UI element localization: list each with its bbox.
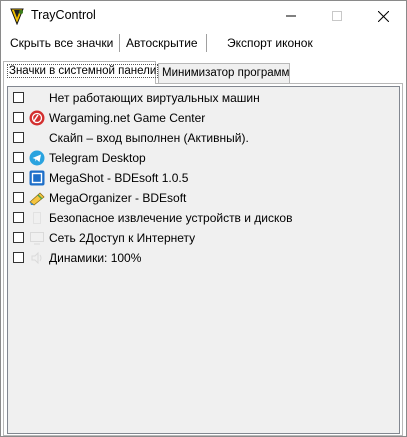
toolbar: Скрыть все значки Автоскрытие Экспорт ик…: [1, 31, 406, 55]
item-checkbox[interactable]: [13, 232, 24, 243]
item-checkbox[interactable]: [13, 112, 24, 123]
maximize-button[interactable]: [314, 1, 360, 31]
list-item[interactable]: MegaShot - BDEsoft 1.0.5: [8, 168, 398, 188]
item-checkbox[interactable]: [13, 252, 24, 263]
item-label: Сеть 2Доступ к Интернету: [49, 231, 196, 245]
list-item[interactable]: Динамики: 100%: [8, 248, 398, 268]
wargaming-icon: [29, 110, 45, 126]
list-item[interactable]: Безопасное извлечение устройств и дисков: [8, 208, 398, 228]
title-bar[interactable]: TrayControl: [1, 1, 406, 31]
item-label: Скайп – вход выполнен (Активный).: [49, 131, 249, 145]
item-checkbox[interactable]: [13, 172, 24, 183]
item-checkbox[interactable]: [13, 92, 24, 103]
tab-strip: Значки в системной панели Минимизатор пр…: [1, 59, 406, 85]
close-button[interactable]: [360, 1, 406, 31]
minimize-button[interactable]: [268, 1, 314, 31]
item-checkbox[interactable]: [13, 212, 24, 223]
hide-all-icons-button[interactable]: Скрыть все значки: [10, 36, 113, 50]
list-item[interactable]: Telegram Desktop: [8, 148, 398, 168]
item-label: MegaOrganizer - BDEsoft: [49, 191, 187, 205]
network-icon: [29, 230, 45, 246]
list-item[interactable]: Сеть 2Доступ к Интернету: [8, 228, 398, 248]
item-label: Telegram Desktop: [49, 151, 146, 165]
item-label: Wargaming.net Game Center: [49, 111, 206, 125]
item-checkbox[interactable]: [13, 132, 24, 143]
item-label: MegaShot - BDEsoft 1.0.5: [49, 171, 189, 185]
toolbar-separator: [206, 34, 207, 52]
export-icons-button[interactable]: Экспорт иконок: [227, 36, 313, 50]
tray-icons-list[interactable]: Нет работающих виртуальных машин Wargami…: [7, 86, 400, 434]
item-label: Нет работающих виртуальных машин: [49, 91, 260, 105]
usb-eject-icon: [29, 210, 45, 226]
window-title: TrayControl: [31, 8, 96, 22]
speaker-icon: [29, 250, 45, 266]
blank-icon: [29, 90, 45, 106]
list-item[interactable]: MegaOrganizer - BDEsoft: [8, 188, 398, 208]
megashot-icon: [29, 170, 45, 186]
tab-tray-icons[interactable]: Значки в системной панели: [3, 61, 159, 84]
list-item[interactable]: Wargaming.net Game Center: [8, 108, 398, 128]
tab-panel: Нет работающих виртуальных машин Wargami…: [3, 83, 403, 436]
list-item[interactable]: Нет работающих виртуальных машин: [8, 88, 398, 108]
app-window: TrayControl Скрыть все значки Автоскрыти…: [0, 0, 407, 437]
tab-label: Значки в системной панели: [7, 64, 159, 78]
tab-program-minimizer[interactable]: Минимизатор программ: [158, 63, 290, 83]
list-item[interactable]: Скайп – вход выполнен (Активный).: [8, 128, 398, 148]
megaorganizer-icon: [29, 190, 45, 206]
item-label: Безопасное извлечение устройств и дисков: [49, 211, 293, 225]
traycontrol-logo-icon: [9, 7, 25, 26]
item-checkbox[interactable]: [13, 152, 24, 163]
item-label: Динамики: 100%: [49, 251, 142, 265]
telegram-icon: [29, 150, 45, 166]
toolbar-separator: [119, 34, 120, 52]
autohide-button[interactable]: Автоскрытие: [126, 36, 198, 50]
tab-label: Минимизатор программ: [162, 67, 290, 79]
item-checkbox[interactable]: [13, 192, 24, 203]
blank-icon: [29, 130, 45, 146]
